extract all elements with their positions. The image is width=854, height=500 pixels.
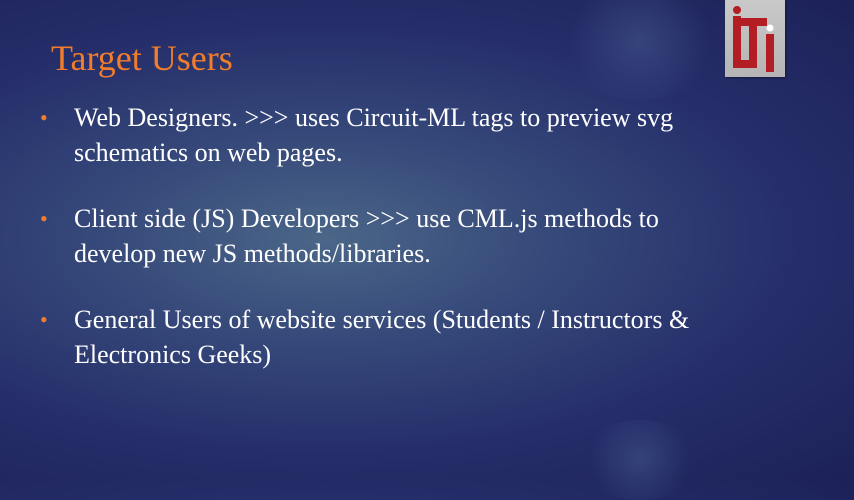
bullet-marker: • bbox=[40, 105, 48, 130]
bullet-item-general-users: • General Users of website services (Stu… bbox=[40, 302, 740, 372]
bullet-list: • Web Designers. >>> uses Circuit-ML tag… bbox=[40, 100, 740, 372]
bullet-marker: • bbox=[40, 307, 48, 332]
background-glow bbox=[580, 420, 700, 500]
iti-logo-icon bbox=[733, 6, 774, 72]
bullet-marker: • bbox=[40, 206, 48, 231]
bullet-text: Web Designers. >>> uses Circuit-ML tags … bbox=[74, 103, 674, 167]
background-glow bbox=[560, 0, 720, 100]
bullet-text: Client side (JS) Developers >>> use CML.… bbox=[74, 204, 659, 268]
slide-title: Target Users bbox=[51, 38, 233, 78]
bullet-item-js-developers: • Client side (JS) Developers >>> use CM… bbox=[40, 201, 740, 271]
bullet-item-web-designers: • Web Designers. >>> uses Circuit-ML tag… bbox=[40, 100, 740, 170]
iti-logo bbox=[725, 0, 785, 77]
bullet-text: General Users of website services (Stude… bbox=[74, 305, 690, 369]
presentation-slide: Target Users • Web Designers. >>> uses C… bbox=[0, 0, 854, 500]
